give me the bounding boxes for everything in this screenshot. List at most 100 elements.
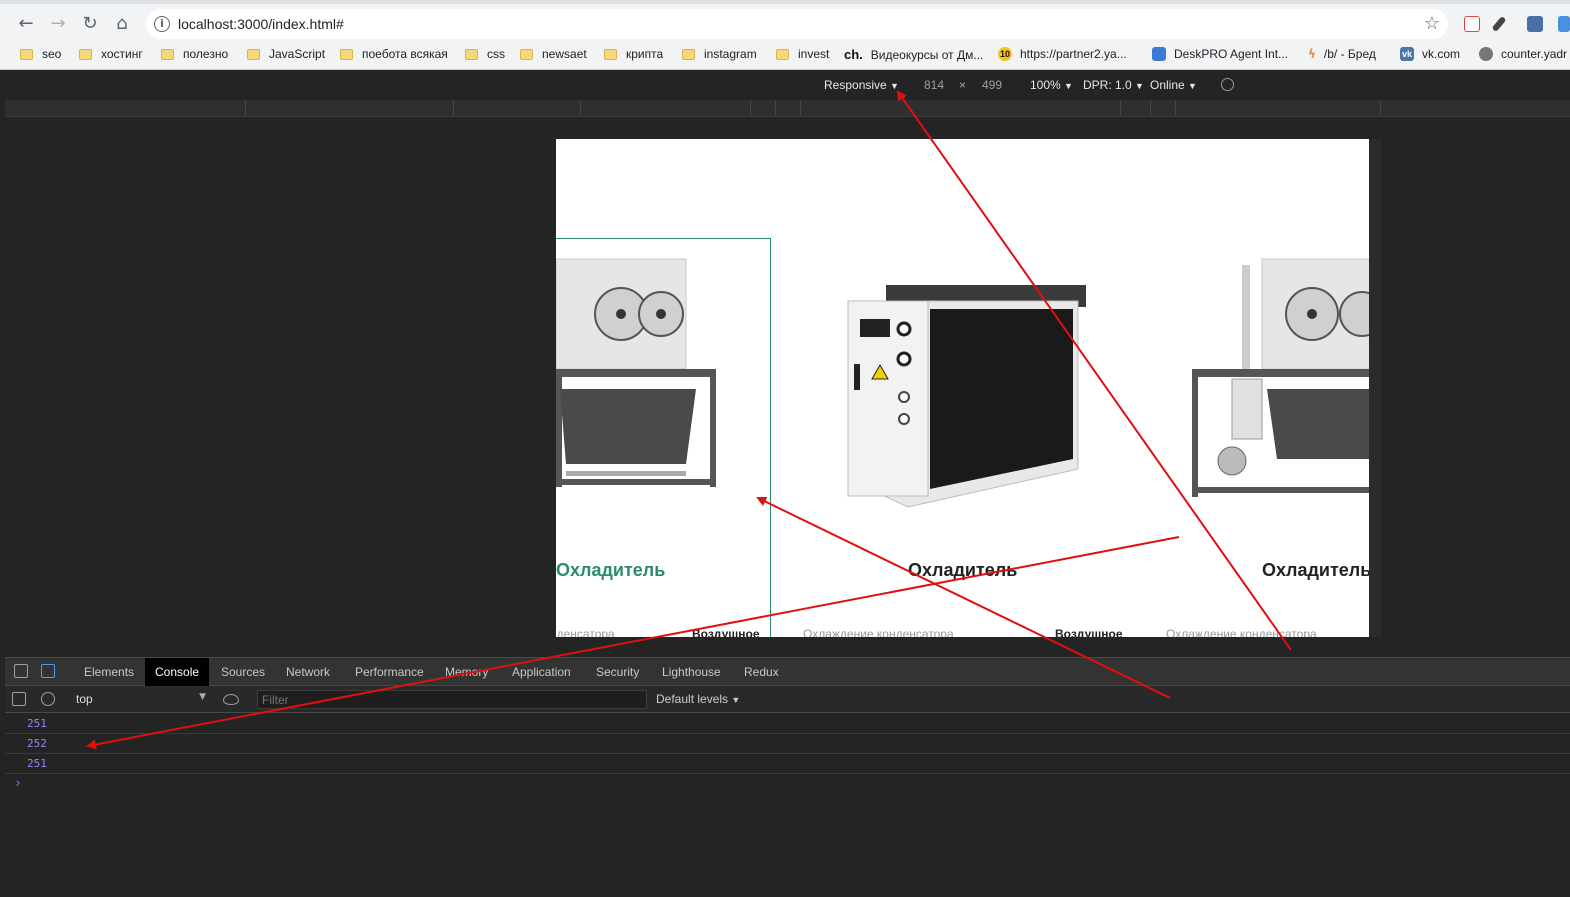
tab-sources[interactable]: Sources	[221, 665, 265, 679]
tab-elements[interactable]: Elements	[84, 665, 134, 679]
bookmark-label: хостинг	[101, 47, 143, 61]
product-subtitle: Охлаждение конденсатора	[1166, 627, 1317, 637]
viewport-height-input[interactable]: 499	[982, 78, 1002, 92]
eyedropper-extension-icon[interactable]	[1491, 15, 1507, 33]
bookmark-item[interactable]: ϟ/b/ - Бред	[1308, 47, 1376, 61]
tab-network[interactable]: Network	[286, 665, 330, 679]
bookmark-label: vk.com	[1422, 47, 1461, 61]
reload-icon[interactable]: ↻	[78, 12, 102, 36]
chiller-with-pump-image	[1192, 258, 1369, 497]
calendar-extension-icon[interactable]	[1464, 16, 1480, 32]
console-prompt[interactable]: ›	[14, 776, 22, 791]
bookmark-item[interactable]: counter.yadr	[1479, 47, 1567, 61]
rotate-icon[interactable]	[1221, 78, 1234, 91]
site-info-icon[interactable]: i	[154, 16, 170, 32]
device-mode-dropdown[interactable]: Responsive ▼	[824, 78, 899, 92]
globe-icon	[1479, 47, 1493, 61]
console-message: 251	[5, 714, 1570, 734]
tab-security[interactable]: Security	[596, 665, 639, 679]
vk-icon: vk	[1400, 47, 1414, 61]
devtools-panel: Elements Console Sources Network Perform…	[5, 657, 1570, 897]
bookmark-label: /b/ - Бред	[1323, 47, 1376, 61]
devtools-tabbar: Elements Console Sources Network Perform…	[5, 658, 1570, 686]
product-type: Воздушное	[1055, 627, 1123, 637]
inspect-element-icon[interactable]	[14, 664, 28, 678]
eye-icon[interactable]	[223, 694, 239, 705]
console-filter-input[interactable]	[257, 690, 647, 709]
deskpro-icon	[1152, 47, 1166, 61]
bookmark-item[interactable]: seo	[20, 47, 61, 61]
tab-application[interactable]: Application	[512, 665, 571, 679]
context-selector[interactable]: top ▼	[76, 692, 206, 706]
bookmark-star-icon[interactable]: ☆	[1424, 13, 1440, 34]
chevron-down-icon: ▼	[1064, 81, 1073, 91]
address-bar[interactable]: i localhost:3000/index.html# ☆	[146, 9, 1448, 39]
screen-extension-icon[interactable]	[1527, 16, 1543, 32]
network-label: Online	[1150, 78, 1185, 92]
folder-icon	[79, 48, 92, 60]
bookmark-label: seo	[42, 47, 62, 61]
context-label: top	[76, 692, 93, 706]
ch-icon: ch.	[844, 47, 863, 62]
bookmark-item[interactable]: DeskPRO Agent Int...	[1152, 47, 1288, 61]
chevron-down-icon: ▼	[1188, 81, 1197, 91]
log-levels-dropdown[interactable]: Default levels ▼	[656, 692, 740, 706]
zoom-dropdown[interactable]: 100% ▼	[1030, 78, 1073, 92]
device-toolbar-icon[interactable]	[41, 664, 55, 678]
bookmark-item[interactable]: поебота всякая	[340, 47, 448, 61]
bookmark-item[interactable]: invest	[776, 47, 829, 61]
tab-memory[interactable]: Memory	[445, 665, 488, 679]
folder-icon	[20, 48, 33, 60]
bookmark-item[interactable]: полезно	[161, 47, 228, 61]
bookmark-item[interactable]: css	[465, 47, 505, 61]
bookmark-label: instagram	[704, 47, 757, 61]
bookmark-label: https://partner2.ya...	[1020, 47, 1127, 61]
bookmark-item[interactable]: instagram	[682, 47, 757, 61]
bookmark-item[interactable]: крипта	[604, 47, 663, 61]
bookmark-item[interactable]: 10 https://partner2.ya...	[998, 47, 1127, 61]
folder-icon	[520, 48, 533, 60]
bookmark-label: полезно	[183, 47, 229, 61]
tab-performance[interactable]: Performance	[355, 665, 424, 679]
bookmark-label: крипта	[626, 47, 664, 61]
viewport-resize-handle[interactable]	[1369, 139, 1381, 637]
yandex-icon: 10	[998, 47, 1012, 61]
back-icon[interactable]: ←	[14, 12, 38, 36]
chevron-down-icon: ▼	[1135, 81, 1144, 91]
bookmark-item[interactable]: хостинг	[79, 47, 143, 61]
dimension-separator: ×	[959, 78, 967, 92]
condensing-unit-image	[847, 285, 1086, 508]
lightning-icon: ϟ	[1308, 47, 1316, 61]
product-title[interactable]: Охладитель	[908, 560, 1017, 581]
dpr-dropdown[interactable]: DPR: 1.0 ▼	[1083, 78, 1144, 92]
device-toolbar: Responsive ▼ 814 × 499 100% ▼ DPR: 1.0 ▼…	[5, 71, 1570, 99]
console-filter-bar: top ▼ Default levels ▼	[5, 686, 1570, 713]
home-icon[interactable]: ⌂	[110, 12, 134, 36]
extension-icon[interactable]	[1558, 16, 1570, 32]
bookmark-item[interactable]: JavaScript	[247, 47, 325, 61]
device-mode-label: Responsive	[824, 78, 887, 92]
bookmark-label: Видеокурсы от Дм...	[870, 47, 984, 62]
network-throttle-dropdown[interactable]: Online ▼	[1150, 78, 1197, 92]
product-title[interactable]: Охладитель	[556, 560, 665, 581]
bookmark-item[interactable]: ch. Видеокурсы от Дм...	[844, 47, 983, 62]
media-query-ruler	[5, 100, 1570, 117]
tab-lighthouse[interactable]: Lighthouse	[662, 665, 721, 679]
address-url[interactable]: localhost:3000/index.html#	[178, 16, 344, 32]
clear-console-icon[interactable]	[41, 692, 55, 706]
zoom-label: 100%	[1030, 78, 1061, 92]
viewport-width-input[interactable]: 814	[924, 78, 944, 92]
browser-toolbar: ← → ↻ ⌂ i localhost:3000/index.html# ☆	[0, 0, 1570, 40]
sidebar-toggle-icon[interactable]	[12, 692, 26, 706]
bookmark-item[interactable]: newsaet	[520, 47, 587, 61]
product-subtitle: Охлаждение конденсатора	[803, 627, 954, 637]
bookmark-item[interactable]: vk vk.com	[1400, 47, 1460, 61]
forward-icon[interactable]: →	[46, 12, 70, 36]
tab-console[interactable]: Console	[145, 658, 210, 686]
tab-redux[interactable]: Redux	[744, 665, 779, 679]
product-type: Воздушное	[692, 627, 760, 637]
chevron-down-icon: ▼	[199, 692, 206, 702]
bookmarks-bar: seo хостинг полезно JavaScript поебота в…	[0, 40, 1570, 70]
bookmark-label: newsaet	[542, 47, 587, 61]
product-title[interactable]: Охладитель	[1262, 560, 1369, 581]
